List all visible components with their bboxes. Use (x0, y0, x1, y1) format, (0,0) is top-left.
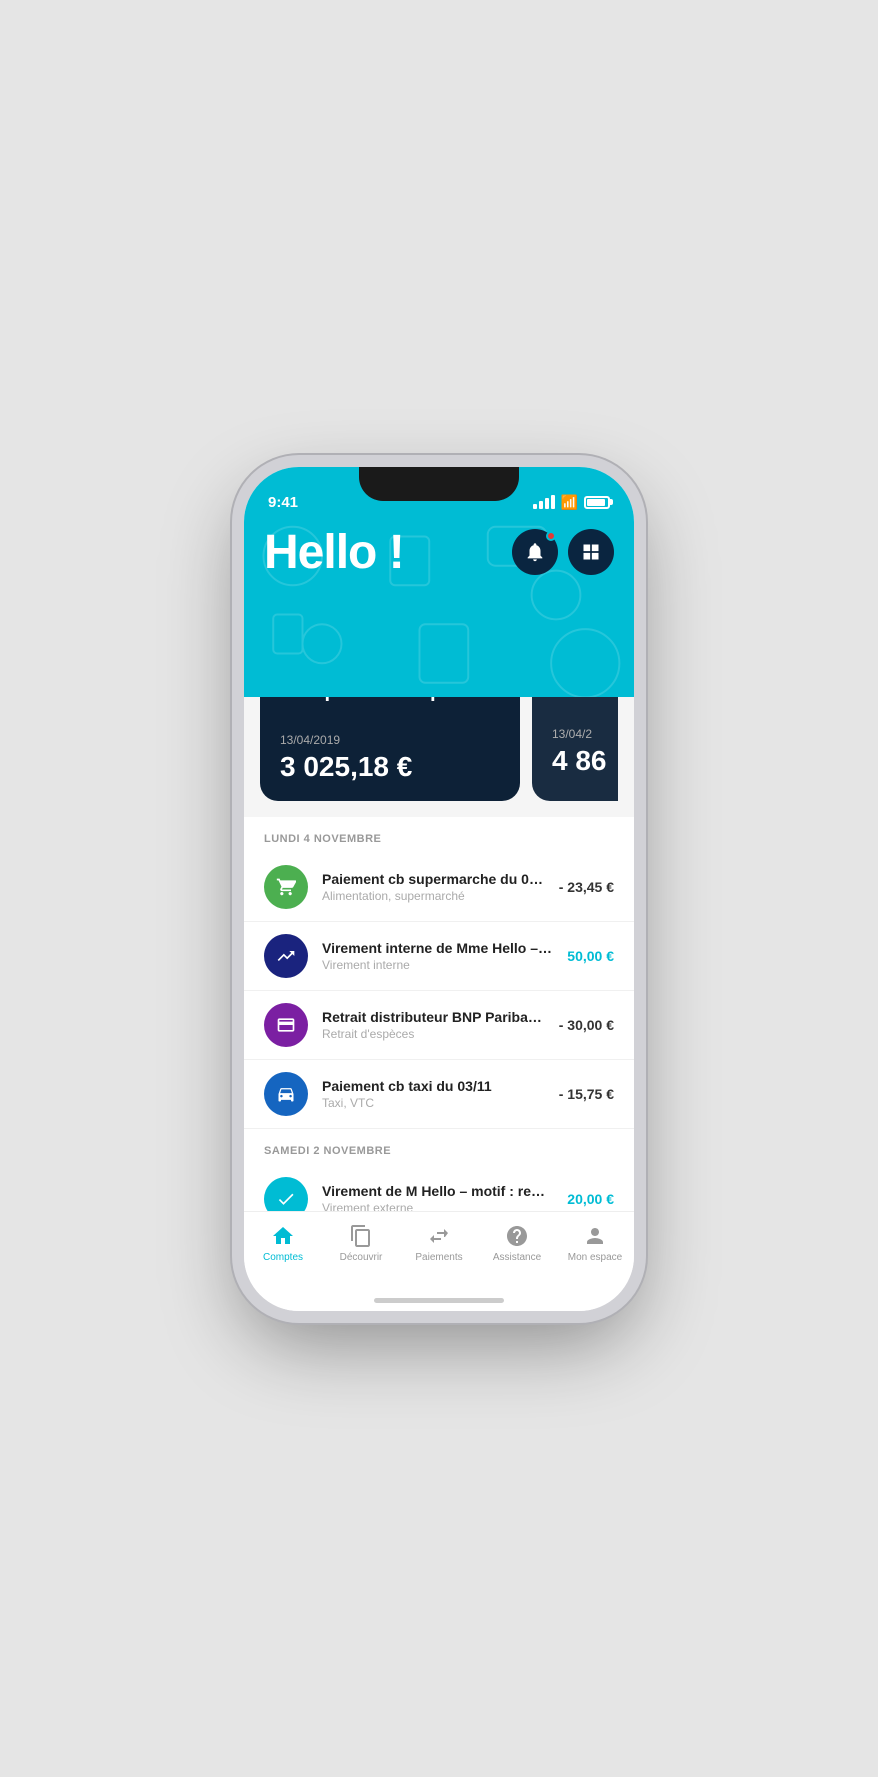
tx-subtitle-3: Taxi, VTC (322, 1096, 545, 1110)
tx-title-1: Virement interne de Mme Hello –… (322, 940, 553, 956)
tx-subtitle-1: Virement interne (322, 958, 553, 972)
account-card-1[interactable]: N° **** 1 Livret 13/04/2 4 86 (532, 697, 618, 801)
header-actions (512, 529, 614, 575)
help-icon (505, 1224, 529, 1248)
cards-scroll[interactable]: N° **** 1749 ··· Compte de chèque 13/04/… (260, 697, 618, 801)
tx-title-0: Paiement cb supermarche du 03/11 (322, 871, 545, 887)
transaction-item-4[interactable]: Virement de M Hello – motif : re… Vireme… (244, 1165, 634, 1211)
transaction-item-0[interactable]: Paiement cb supermarche du 03/11 Aliment… (244, 853, 634, 922)
transaction-group-1: SAMEDI 2 NOVEMBRE Virement de M Hello – … (244, 1129, 634, 1211)
taxi-icon (276, 1084, 296, 1104)
tx-subtitle-2: Retrait d'espèces (322, 1027, 545, 1041)
tx-amount-2: - 30,00 € (559, 1017, 614, 1033)
battery-icon (584, 496, 610, 509)
card-title-0: Compte de chèque (280, 697, 500, 703)
tx-amount-4: 20,00 € (567, 1191, 614, 1207)
tx-info-4: Virement de M Hello – motif : re… Vireme… (322, 1183, 553, 1211)
person-icon (583, 1224, 607, 1248)
phone-frame: 9:41 📶 Hello ! (244, 467, 634, 1311)
nav-label-paiements: Paiements (415, 1252, 462, 1263)
tx-icon-2 (264, 1003, 308, 1047)
tx-title-2: Retrait distributeur BNP Paribas … (322, 1009, 545, 1025)
tx-info-0: Paiement cb supermarche du 03/11 Aliment… (322, 871, 545, 903)
tx-title-3: Paiement cb taxi du 03/11 (322, 1078, 545, 1094)
nav-item-comptes[interactable]: Comptes (244, 1220, 322, 1267)
bell-icon (524, 541, 546, 563)
account-card-0[interactable]: N° **** 1749 ··· Compte de chèque 13/04/… (260, 697, 520, 801)
transaction-item-3[interactable]: Paiement cb taxi du 03/11 Taxi, VTC - 15… (244, 1060, 634, 1129)
cards-section: N° **** 1749 ··· Compte de chèque 13/04/… (244, 697, 634, 817)
grid-menu-button[interactable] (568, 529, 614, 575)
transaction-group-0: LUNDI 4 NOVEMBRE Paiement cb supermarche… (244, 817, 634, 1129)
card-balance-0: 3 025,18 € (280, 751, 500, 783)
greeting-title: Hello ! (264, 525, 404, 580)
nav-item-decouvrir[interactable]: Découvrir (322, 1220, 400, 1267)
transaction-item-2[interactable]: Retrait distributeur BNP Paribas … Retra… (244, 991, 634, 1060)
nav-label-decouvrir: Découvrir (340, 1252, 383, 1263)
notch (359, 467, 519, 501)
home-icon (271, 1224, 295, 1248)
status-icons: 📶 (533, 494, 610, 511)
nav-label-assistance: Assistance (493, 1252, 541, 1263)
nav-label-comptes: Comptes (263, 1252, 303, 1263)
notification-button[interactable] (512, 529, 558, 575)
tx-icon-4 (264, 1177, 308, 1211)
nav-item-mon-espace[interactable]: Mon espace (556, 1220, 634, 1267)
tx-amount-0: - 23,45 € (559, 879, 614, 895)
transactions-list: LUNDI 4 NOVEMBRE Paiement cb supermarche… (244, 817, 634, 1211)
date-label-0: LUNDI 4 NOVEMBRE (244, 817, 634, 853)
external-transfer-icon (276, 1189, 296, 1209)
card-balance-1: 4 86 (552, 745, 618, 777)
tx-subtitle-0: Alimentation, supermarché (322, 889, 545, 903)
header-content: Hello ! (264, 525, 614, 580)
nav-item-assistance[interactable]: Assistance (478, 1220, 556, 1267)
notification-badge (546, 531, 556, 541)
copy-icon (349, 1224, 373, 1248)
tx-title-4: Virement de M Hello – motif : re… (322, 1183, 553, 1199)
tx-subtitle-4: Virement externe (322, 1201, 553, 1211)
tx-info-1: Virement interne de Mme Hello –… Viremen… (322, 940, 553, 972)
bottom-nav: Comptes Découvrir Paiements Assistance M (244, 1211, 634, 1291)
home-indicator-bar (244, 1291, 634, 1311)
transfer-icon (276, 946, 296, 966)
cart-icon (276, 877, 296, 897)
header: Hello ! (244, 517, 634, 697)
card-date-0: 13/04/2019 (280, 733, 500, 747)
date-label-1: SAMEDI 2 NOVEMBRE (244, 1129, 634, 1165)
signal-icon (533, 495, 555, 509)
status-time: 9:41 (268, 494, 298, 511)
nav-label-mon-espace: Mon espace (568, 1252, 622, 1263)
tx-info-3: Paiement cb taxi du 03/11 Taxi, VTC (322, 1078, 545, 1110)
wifi-icon: 📶 (561, 494, 578, 511)
atm-icon (276, 1015, 296, 1035)
tx-amount-1: 50,00 € (567, 948, 614, 964)
main-content: N° **** 1749 ··· Compte de chèque 13/04/… (244, 697, 634, 1211)
home-indicator (374, 1298, 504, 1303)
card-date-1: 13/04/2 (552, 727, 618, 741)
tx-icon-0 (264, 865, 308, 909)
payment-icon (427, 1224, 451, 1248)
tx-info-2: Retrait distributeur BNP Paribas … Retra… (322, 1009, 545, 1041)
transaction-item-1[interactable]: Virement interne de Mme Hello –… Viremen… (244, 922, 634, 991)
grid-icon (581, 542, 601, 562)
nav-item-paiements[interactable]: Paiements (400, 1220, 478, 1267)
tx-icon-3 (264, 1072, 308, 1116)
tx-amount-3: - 15,75 € (559, 1086, 614, 1102)
tx-icon-1 (264, 934, 308, 978)
